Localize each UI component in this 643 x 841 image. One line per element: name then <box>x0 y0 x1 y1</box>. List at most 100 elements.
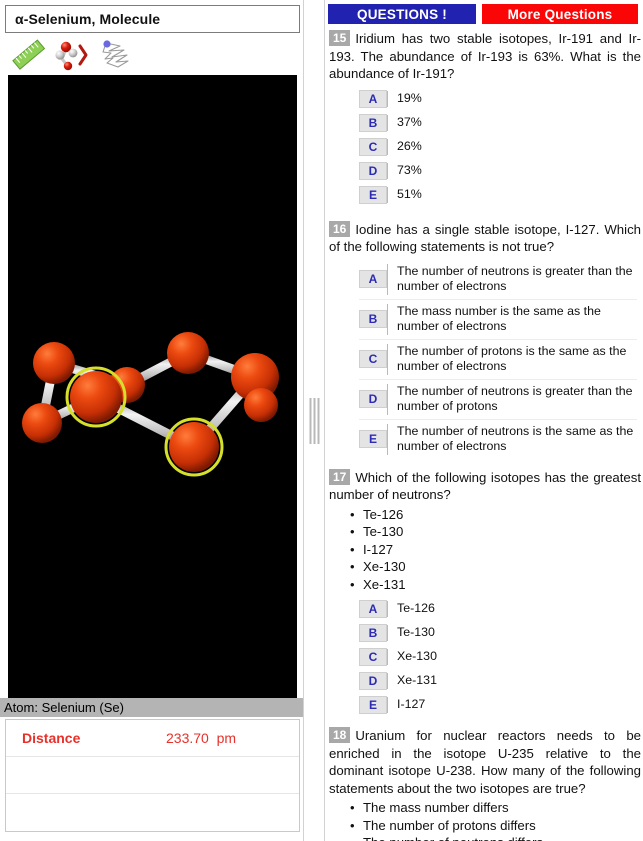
atom-status-label: Atom: Selenium (Se) <box>4 700 124 715</box>
molecule-title: α-Selenium, Molecule <box>15 11 161 27</box>
option-letter: E <box>359 430 387 448</box>
options-list: A Te-126 B Te-130 C Xe-130 D Xe-131 E I-… <box>329 597 641 717</box>
list-item: The number of neutrons differs <box>350 834 641 841</box>
question-text: 15 Iridium has two stable isotopes, Ir-19… <box>329 30 641 83</box>
option-row[interactable]: B 37% <box>359 111 637 135</box>
option-row[interactable]: A 19% <box>359 87 637 111</box>
question-block: 17 Which of the following isotopes has th… <box>325 468 643 718</box>
question-block: 18 Uranium for nuclear reactors needs to … <box>325 727 643 841</box>
option-row[interactable]: D Xe-131 <box>359 669 637 693</box>
list-item: Te-126 <box>350 506 641 524</box>
list-item: The number of protons differs <box>350 817 641 835</box>
options-list: A 19% B 37% C 26% D 73% E 51% <box>329 87 641 207</box>
option-text: Te-130 <box>397 625 435 640</box>
option-letter: B <box>359 310 387 328</box>
list-item: Xe-130 <box>350 558 641 576</box>
question-bullet-list: Te-126 Te-130 I-127 Xe-130 Xe-131 <box>329 506 641 594</box>
option-text: The number of neutrons is greater than t… <box>397 383 633 414</box>
panel-splitter[interactable] <box>303 0 325 841</box>
question-block: 15 Iridium has two stable isotopes, Ir-19… <box>325 30 643 207</box>
options-list: A The number of neutrons is greater than… <box>329 260 641 459</box>
question-text: 18 Uranium for nuclear reactors needs to … <box>329 727 641 797</box>
option-row[interactable]: A The number of neutrons is greater than… <box>359 260 637 300</box>
option-row[interactable]: E 51% <box>359 183 637 207</box>
option-letter: E <box>359 185 387 204</box>
option-row[interactable]: D The number of neutrons is greater than… <box>359 380 637 420</box>
option-letter: C <box>359 137 387 156</box>
option-letter: A <box>359 270 387 288</box>
option-text: 26% <box>397 138 422 153</box>
app-root: α-Selenium, Molecule Atom: Selenium (Se)… <box>0 0 643 841</box>
option-row[interactable]: E I-127 <box>359 693 637 717</box>
question-text: 17 Which of the following isotopes has th… <box>329 468 641 504</box>
option-text: I-127 <box>397 697 426 712</box>
option-text: 51% <box>397 186 422 201</box>
question-body: Which of the following isotopes has the … <box>329 469 641 503</box>
option-letter: B <box>359 113 387 132</box>
option-row[interactable]: D 73% <box>359 159 637 183</box>
option-text: Xe-130 <box>397 649 437 664</box>
question-block: 16 Iodine has a single stable isotope, I-… <box>325 220 643 459</box>
option-text: 19% <box>397 90 422 105</box>
measurement-value: 233.70 pm <box>166 730 237 746</box>
splitter-grip-icon[interactable] <box>309 397 320 444</box>
option-row[interactable]: C The number of protons is the same as t… <box>359 340 637 380</box>
option-letter: A <box>359 600 387 618</box>
molecule-transform-icon[interactable] <box>53 37 93 73</box>
option-text: The mass number is the same as the numbe… <box>397 303 601 334</box>
list-item: I-127 <box>350 541 641 559</box>
option-text: 37% <box>397 114 422 129</box>
question-body: Iridium has two stable isotopes, Ir-191 … <box>329 31 641 81</box>
molecule-3d-viewport[interactable] <box>8 75 297 698</box>
question-number-badge: 15 <box>329 30 351 46</box>
list-item: Te-130 <box>350 523 641 541</box>
list-item: Xe-131 <box>350 576 641 594</box>
option-row[interactable]: C Xe-130 <box>359 645 637 669</box>
questions-button[interactable]: QUESTIONS ! <box>328 4 476 24</box>
option-text: Xe-131 <box>397 673 437 688</box>
option-row[interactable]: B The mass number is the same as the num… <box>359 300 637 340</box>
measure-ruler-icon[interactable] <box>9 37 49 73</box>
more-questions-button[interactable]: More Questions <box>482 4 638 24</box>
measurement-table: Distance 233.70 pm <box>5 719 300 832</box>
list-item: The mass number differs <box>350 799 641 817</box>
question-bullet-list: The mass number differs The number of pr… <box>329 799 641 841</box>
measurement-row[interactable]: Distance 233.70 pm <box>6 720 299 757</box>
atom-status-bar: Atom: Selenium (Se) <box>0 698 306 717</box>
measurement-name: Distance <box>22 730 81 746</box>
option-letter: C <box>359 648 387 666</box>
option-letter: C <box>359 350 387 368</box>
option-letter: D <box>359 672 387 690</box>
question-number-badge: 16 <box>329 220 351 237</box>
option-text: The number of neutrons is greater than t… <box>397 263 633 294</box>
option-letter: B <box>359 624 387 642</box>
question-body: Uranium for nuclear reactors needs to be… <box>329 728 641 796</box>
question-body: Iodine has a single stable isotope, I-12… <box>329 221 641 255</box>
option-text: The number of protons is the same as the… <box>397 343 627 374</box>
molecule-title-bar: α-Selenium, Molecule <box>5 5 300 33</box>
measurement-row[interactable] <box>6 794 299 831</box>
option-letter: E <box>359 696 387 714</box>
measurement-row[interactable] <box>6 757 299 794</box>
molecule-viewer-panel: α-Selenium, Molecule Atom: Selenium (Se)… <box>0 0 306 841</box>
question-text: 16 Iodine has a single stable isotope, I-… <box>329 220 641 256</box>
electron-path-icon[interactable] <box>97 37 137 73</box>
option-letter: D <box>359 161 387 180</box>
option-row[interactable]: C 26% <box>359 135 637 159</box>
questions-panel: QUESTIONS ! More Questions 15 Iridium has… <box>325 0 643 841</box>
option-text: 73% <box>397 162 422 177</box>
questions-toolbar: QUESTIONS ! More Questions <box>325 0 643 30</box>
question-number-badge: 18 <box>329 727 351 743</box>
molecule-toolbar <box>5 36 300 74</box>
option-row[interactable]: A Te-126 <box>359 597 637 621</box>
option-text: Te-126 <box>397 601 435 616</box>
option-row[interactable]: B Te-130 <box>359 621 637 645</box>
option-row[interactable]: E The number of neutrons is the same as … <box>359 420 637 459</box>
option-text: The number of neutrons is the same as th… <box>397 423 634 454</box>
option-letter: D <box>359 390 387 408</box>
option-letter: A <box>359 89 387 108</box>
question-number-badge: 17 <box>329 468 351 485</box>
